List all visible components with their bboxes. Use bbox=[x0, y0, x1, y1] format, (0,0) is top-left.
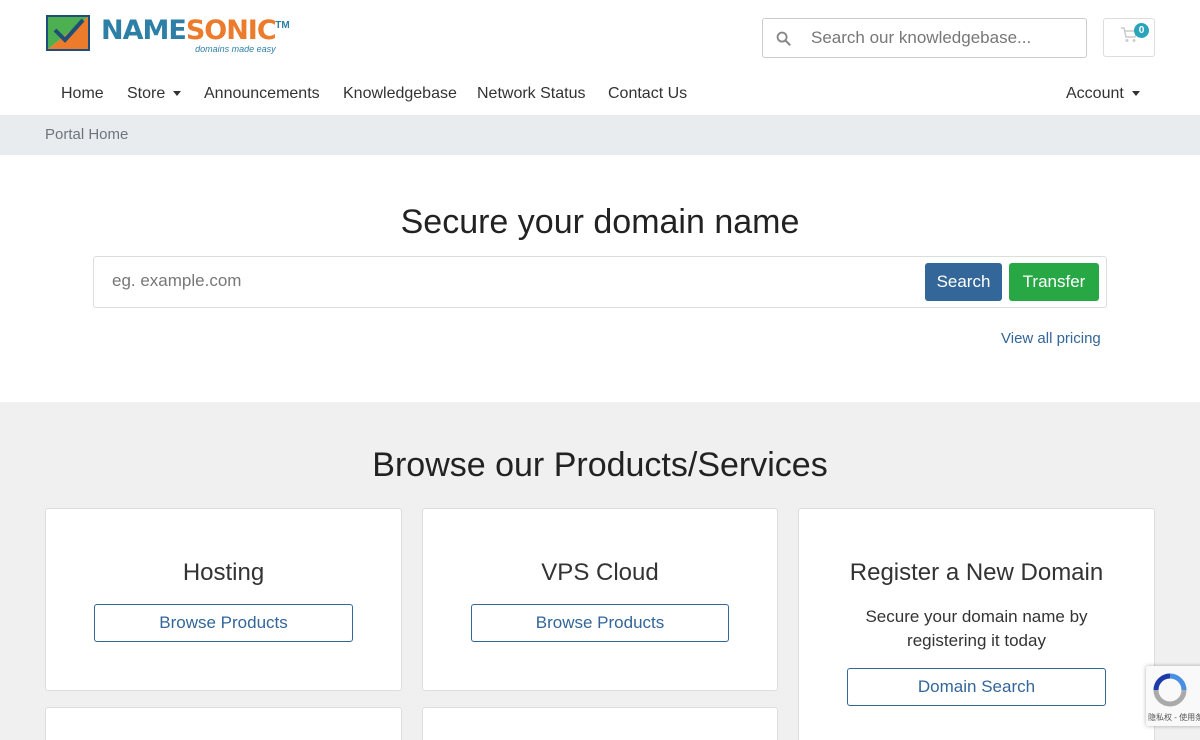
recaptcha-terms[interactable]: 隐私权 - 使用条款 bbox=[1148, 712, 1200, 723]
chevron-down-icon bbox=[1131, 91, 1140, 97]
nav-item-contact-us[interactable]: Contact Us bbox=[608, 85, 687, 103]
domain-search-box: Search Transfer bbox=[93, 256, 1107, 308]
logo-name-part1: NAME bbox=[101, 15, 187, 46]
card-title: Register a New Domain bbox=[849, 559, 1104, 586]
product-card-partial bbox=[45, 707, 402, 740]
card-description: Secure your domain name by registering i… bbox=[865, 607, 1088, 650]
view-all-pricing-link[interactable]: View all pricing bbox=[1001, 330, 1101, 347]
nav-item-store[interactable]: Store bbox=[127, 85, 182, 103]
logo-wordmark: NAMESONIC bbox=[101, 15, 277, 46]
nav-item-account[interactable]: Account bbox=[1066, 85, 1140, 103]
breadcrumb-current: Portal Home bbox=[45, 126, 129, 143]
products-section: Browse our Products/Services Hosting Bro… bbox=[0, 402, 1200, 740]
domain-search-button[interactable]: Search bbox=[925, 263, 1002, 301]
knowledgebase-search-input[interactable] bbox=[811, 28, 1081, 48]
nav-item-network-status[interactable]: Network Status bbox=[477, 85, 585, 103]
product-card-hosting: Hosting Browse Products bbox=[45, 508, 402, 691]
browse-products-button[interactable]: Browse Products bbox=[471, 604, 729, 642]
main-nav: Home Store Announcements Knowledgebase N… bbox=[0, 75, 1200, 115]
card-title: VPS Cloud bbox=[541, 559, 659, 586]
browse-products-button[interactable]: Browse Products bbox=[94, 604, 353, 642]
nav-item-store-label: Store bbox=[127, 85, 166, 102]
domain-search-title: Secure your domain name bbox=[400, 203, 800, 241]
product-card-register-domain: Register a New Domain Secure your domain… bbox=[798, 508, 1155, 740]
logo-mark-icon bbox=[45, 14, 93, 54]
breadcrumb: Portal Home bbox=[0, 115, 1200, 155]
logo-name-part2: SONIC bbox=[185, 15, 277, 46]
domain-search-card-button[interactable]: Domain Search bbox=[847, 668, 1106, 706]
logo-text: NAMESONIC TM domains made easy bbox=[101, 15, 290, 55]
brand-logo[interactable]: NAMESONIC TM domains made easy bbox=[45, 14, 290, 62]
cart-button[interactable]: 0 bbox=[1103, 18, 1155, 57]
product-card-vps-cloud: VPS Cloud Browse Products bbox=[422, 508, 778, 691]
domain-transfer-button[interactable]: Transfer bbox=[1009, 263, 1099, 301]
nav-item-account-label: Account bbox=[1066, 85, 1124, 102]
card-title: Hosting bbox=[182, 559, 265, 586]
domain-input[interactable] bbox=[112, 271, 902, 291]
search-icon[interactable] bbox=[763, 31, 803, 46]
domain-search-section: Secure your domain name Search Transfer … bbox=[0, 155, 1200, 402]
knowledgebase-search bbox=[762, 18, 1087, 58]
recaptcha-icon bbox=[1152, 672, 1188, 713]
cart-count-badge: 0 bbox=[1134, 23, 1149, 38]
logo-trademark: TM bbox=[275, 20, 290, 31]
recaptcha-badge[interactable]: 隐私权 - 使用条款 bbox=[1146, 666, 1200, 726]
site-header: NAMESONIC TM domains made easy 0 bbox=[0, 0, 1200, 75]
nav-item-home[interactable]: Home bbox=[61, 85, 104, 103]
nav-item-announcements[interactable]: Announcements bbox=[204, 85, 320, 103]
chevron-down-icon bbox=[173, 91, 182, 97]
products-title: Browse our Products/Services bbox=[372, 446, 828, 484]
product-card-partial bbox=[422, 707, 778, 740]
nav-item-knowledgebase[interactable]: Knowledgebase bbox=[343, 85, 457, 103]
